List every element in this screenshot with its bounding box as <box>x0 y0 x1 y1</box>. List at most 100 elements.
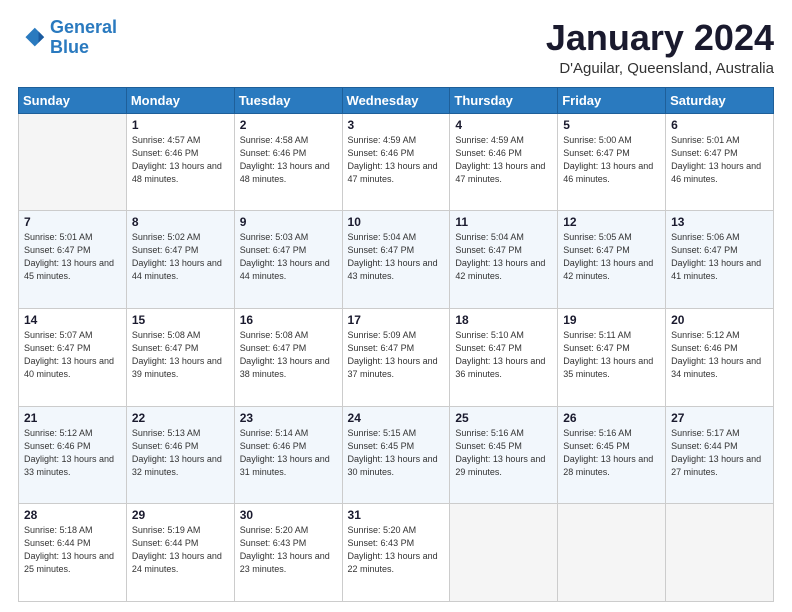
day-number: 24 <box>348 411 445 425</box>
day-info: Sunrise: 5:12 AMSunset: 6:46 PMDaylight:… <box>24 427 121 479</box>
day-cell: 23 Sunrise: 5:14 AMSunset: 6:46 PMDayligh… <box>234 406 342 504</box>
day-cell: 21 Sunrise: 5:12 AMSunset: 6:46 PMDayligh… <box>19 406 127 504</box>
day-info: Sunrise: 4:59 AMSunset: 6:46 PMDaylight:… <box>348 134 445 186</box>
day-info: Sunrise: 5:04 AMSunset: 6:47 PMDaylight:… <box>348 231 445 283</box>
day-cell: 26 Sunrise: 5:16 AMSunset: 6:45 PMDayligh… <box>558 406 666 504</box>
day-number: 4 <box>455 118 552 132</box>
weekday-header-monday: Monday <box>126 87 234 113</box>
day-cell: 1Sunrise: 4:57 AMSunset: 6:46 PMDaylight… <box>126 113 234 211</box>
day-cell: 5 Sunrise: 5:00 AMSunset: 6:47 PMDaylight… <box>558 113 666 211</box>
day-info: Sunrise: 5:11 AMSunset: 6:47 PMDaylight:… <box>563 329 660 381</box>
day-info: Sunrise: 5:02 AMSunset: 6:47 PMDaylight:… <box>132 231 229 283</box>
day-cell: 30 Sunrise: 5:20 AMSunset: 6:43 PMDayligh… <box>234 504 342 602</box>
day-cell: 24 Sunrise: 5:15 AMSunset: 6:45 PMDayligh… <box>342 406 450 504</box>
month-title: January 2024 <box>546 18 774 58</box>
day-number: 8 <box>132 215 229 229</box>
day-cell: 17Sunrise: 5:09 AMSunset: 6:47 PMDayligh… <box>342 308 450 406</box>
day-info: Sunrise: 5:20 AMSunset: 6:43 PMDaylight:… <box>348 524 445 576</box>
weekday-header-row: SundayMondayTuesdayWednesdayThursdayFrid… <box>19 87 774 113</box>
day-number: 2 <box>240 118 337 132</box>
location: D'Aguilar, Queensland, Australia <box>546 60 774 77</box>
weekday-header-sunday: Sunday <box>19 87 127 113</box>
day-number: 3 <box>348 118 445 132</box>
day-cell <box>558 504 666 602</box>
day-cell: 27 Sunrise: 5:17 AMSunset: 6:44 PMDayligh… <box>666 406 774 504</box>
header: General Blue January 2024 D'Aguilar, Que… <box>18 18 774 77</box>
week-row-4: 21 Sunrise: 5:12 AMSunset: 6:46 PMDayligh… <box>19 406 774 504</box>
day-info: Sunrise: 5:04 AMSunset: 6:47 PMDaylight:… <box>455 231 552 283</box>
day-info: Sunrise: 4:59 AMSunset: 6:46 PMDaylight:… <box>455 134 552 186</box>
day-cell: 9 Sunrise: 5:03 AMSunset: 6:47 PMDaylight… <box>234 211 342 309</box>
logo-icon <box>18 24 46 52</box>
day-number: 26 <box>563 411 660 425</box>
day-info: Sunrise: 5:20 AMSunset: 6:43 PMDaylight:… <box>240 524 337 576</box>
weekday-header-thursday: Thursday <box>450 87 558 113</box>
day-info: Sunrise: 5:15 AMSunset: 6:45 PMDaylight:… <box>348 427 445 479</box>
day-number: 13 <box>671 215 768 229</box>
day-cell: 8 Sunrise: 5:02 AMSunset: 6:47 PMDaylight… <box>126 211 234 309</box>
weekday-header-saturday: Saturday <box>666 87 774 113</box>
day-number: 28 <box>24 508 121 522</box>
day-info: Sunrise: 5:03 AMSunset: 6:47 PMDaylight:… <box>240 231 337 283</box>
day-number: 5 <box>563 118 660 132</box>
day-cell <box>666 504 774 602</box>
day-cell: 25Sunrise: 5:16 AMSunset: 6:45 PMDayligh… <box>450 406 558 504</box>
day-cell: 15Sunrise: 5:08 AMSunset: 6:47 PMDayligh… <box>126 308 234 406</box>
day-info: Sunrise: 5:01 AMSunset: 6:47 PMDaylight:… <box>671 134 768 186</box>
day-cell: 18 Sunrise: 5:10 AMSunset: 6:47 PMDayligh… <box>450 308 558 406</box>
day-info: Sunrise: 5:00 AMSunset: 6:47 PMDaylight:… <box>563 134 660 186</box>
day-info: Sunrise: 5:10 AMSunset: 6:47 PMDaylight:… <box>455 329 552 381</box>
day-info: Sunrise: 5:13 AMSunset: 6:46 PMDaylight:… <box>132 427 229 479</box>
day-info: Sunrise: 5:14 AMSunset: 6:46 PMDaylight:… <box>240 427 337 479</box>
day-info: Sunrise: 5:18 AMSunset: 6:44 PMDaylight:… <box>24 524 121 576</box>
logo: General Blue <box>18 18 117 58</box>
calendar: SundayMondayTuesdayWednesdayThursdayFrid… <box>18 87 774 602</box>
day-info: Sunrise: 5:05 AMSunset: 6:47 PMDaylight:… <box>563 231 660 283</box>
day-number: 6 <box>671 118 768 132</box>
page: General Blue January 2024 D'Aguilar, Que… <box>0 0 792 612</box>
weekday-header-friday: Friday <box>558 87 666 113</box>
day-cell: 16Sunrise: 5:08 AMSunset: 6:47 PMDayligh… <box>234 308 342 406</box>
day-number: 27 <box>671 411 768 425</box>
day-number: 29 <box>132 508 229 522</box>
day-cell: 4 Sunrise: 4:59 AMSunset: 6:46 PMDaylight… <box>450 113 558 211</box>
day-cell: 7 Sunrise: 5:01 AMSunset: 6:47 PMDaylight… <box>19 211 127 309</box>
day-number: 9 <box>240 215 337 229</box>
day-number: 21 <box>24 411 121 425</box>
weekday-header-wednesday: Wednesday <box>342 87 450 113</box>
day-number: 30 <box>240 508 337 522</box>
day-cell: 20Sunrise: 5:12 AMSunset: 6:46 PMDayligh… <box>666 308 774 406</box>
day-number: 17 <box>348 313 445 327</box>
day-number: 10 <box>348 215 445 229</box>
day-number: 22 <box>132 411 229 425</box>
day-number: 1 <box>132 118 229 132</box>
day-info: Sunrise: 5:19 AMSunset: 6:44 PMDaylight:… <box>132 524 229 576</box>
week-row-1: 1Sunrise: 4:57 AMSunset: 6:46 PMDaylight… <box>19 113 774 211</box>
day-number: 14 <box>24 313 121 327</box>
day-cell: 22 Sunrise: 5:13 AMSunset: 6:46 PMDayligh… <box>126 406 234 504</box>
day-cell: 13 Sunrise: 5:06 AMSunset: 6:47 PMDayligh… <box>666 211 774 309</box>
day-cell: 14Sunrise: 5:07 AMSunset: 6:47 PMDayligh… <box>19 308 127 406</box>
day-number: 15 <box>132 313 229 327</box>
day-number: 7 <box>24 215 121 229</box>
week-row-5: 28 Sunrise: 5:18 AMSunset: 6:44 PMDayligh… <box>19 504 774 602</box>
day-cell: 6 Sunrise: 5:01 AMSunset: 6:47 PMDaylight… <box>666 113 774 211</box>
day-info: Sunrise: 5:16 AMSunset: 6:45 PMDaylight:… <box>563 427 660 479</box>
day-info: Sunrise: 5:06 AMSunset: 6:47 PMDaylight:… <box>671 231 768 283</box>
week-row-3: 14Sunrise: 5:07 AMSunset: 6:47 PMDayligh… <box>19 308 774 406</box>
logo-text: General Blue <box>50 18 117 58</box>
day-cell: 12 Sunrise: 5:05 AMSunset: 6:47 PMDayligh… <box>558 211 666 309</box>
day-cell: 10 Sunrise: 5:04 AMSunset: 6:47 PMDayligh… <box>342 211 450 309</box>
weekday-header-tuesday: Tuesday <box>234 87 342 113</box>
day-info: Sunrise: 5:12 AMSunset: 6:46 PMDaylight:… <box>671 329 768 381</box>
day-info: Sunrise: 5:17 AMSunset: 6:44 PMDaylight:… <box>671 427 768 479</box>
day-number: 11 <box>455 215 552 229</box>
day-number: 19 <box>563 313 660 327</box>
day-number: 23 <box>240 411 337 425</box>
day-number: 12 <box>563 215 660 229</box>
day-cell: 11 Sunrise: 5:04 AMSunset: 6:47 PMDayligh… <box>450 211 558 309</box>
day-info: Sunrise: 5:01 AMSunset: 6:47 PMDaylight:… <box>24 231 121 283</box>
day-number: 16 <box>240 313 337 327</box>
day-number: 18 <box>455 313 552 327</box>
day-cell: 29 Sunrise: 5:19 AMSunset: 6:44 PMDayligh… <box>126 504 234 602</box>
